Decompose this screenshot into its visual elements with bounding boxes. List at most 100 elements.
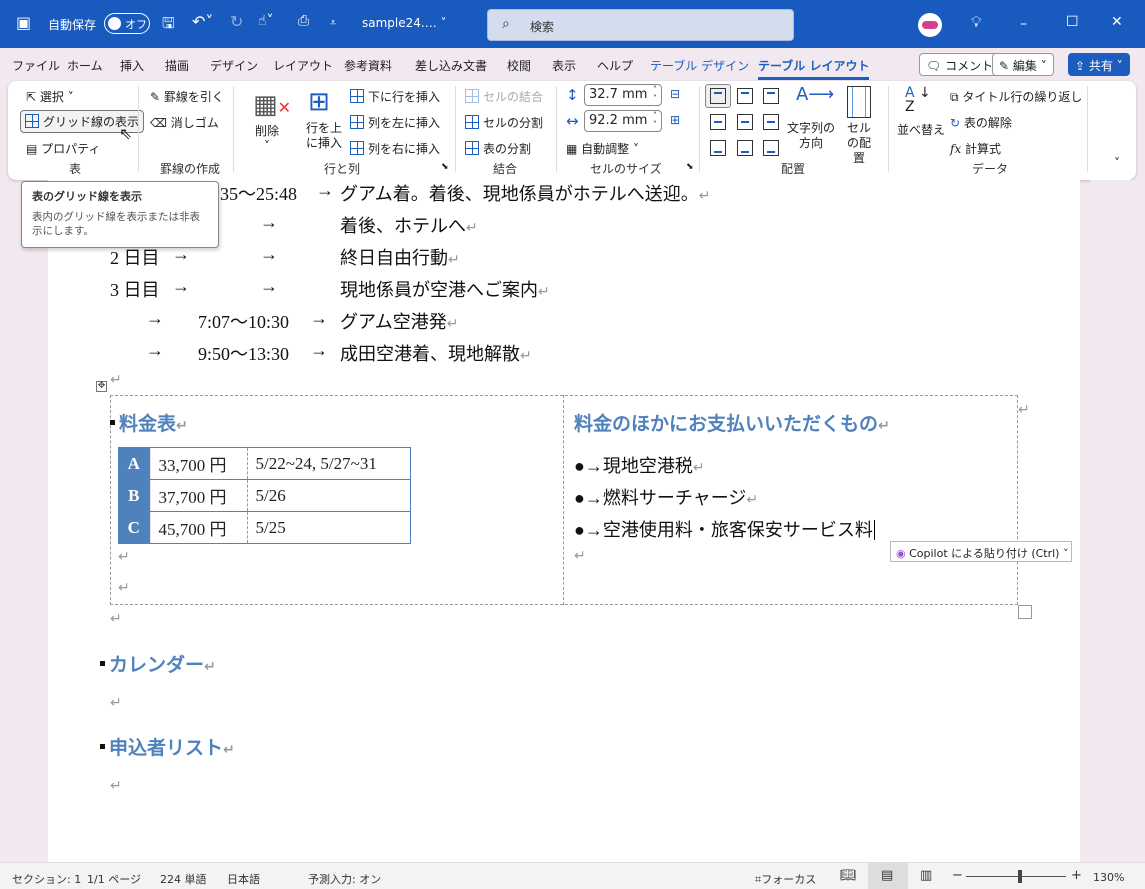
tab-view[interactable]: 表示 bbox=[552, 57, 576, 74]
lightbulb-icon[interactable]: 💡︎ bbox=[971, 13, 982, 31]
fee-dates[interactable]: 5/26 bbox=[247, 479, 411, 512]
web-layout-icon[interactable]: ▥ bbox=[920, 868, 932, 883]
align-middle-right-button[interactable] bbox=[763, 114, 779, 130]
align-middle-left-button[interactable] bbox=[710, 114, 726, 130]
merge-cells-button[interactable]: セルの結合 bbox=[465, 88, 543, 105]
sort-button[interactable]: 並べ替え bbox=[897, 121, 945, 138]
table-move-handle[interactable]: ✥ bbox=[96, 381, 107, 392]
table-resize-handle[interactable] bbox=[1018, 605, 1032, 619]
align-top-center-button[interactable] bbox=[737, 88, 753, 104]
formula-button[interactable]: fx 計算式 bbox=[950, 140, 1001, 157]
row-height-input[interactable]: 32.7 mm ˄ ˅ bbox=[584, 84, 662, 106]
section-indicator[interactable]: セクション: 1 bbox=[12, 871, 81, 887]
convert-label: 表の解除 bbox=[963, 116, 1012, 130]
distribute-rows-icon[interactable]: ⊟ bbox=[670, 87, 680, 101]
save-icon[interactable]: 🖫 bbox=[162, 13, 175, 38]
predictive-input-indicator[interactable]: 予測入力: オン bbox=[308, 871, 381, 887]
text-direction-icon: A⟶ bbox=[796, 84, 835, 105]
select-button[interactable]: ⇱ 選択 ˅ bbox=[26, 88, 74, 105]
redo-icon[interactable]: ↻ bbox=[230, 12, 243, 31]
align-middle-center-button[interactable] bbox=[737, 114, 753, 130]
tab-file[interactable]: ファイル bbox=[12, 57, 60, 74]
align-bottom-left-button[interactable] bbox=[710, 140, 726, 156]
fee-price[interactable]: 33,700 円 bbox=[150, 447, 248, 480]
dialog-launcher-icon[interactable]: ⬊ bbox=[686, 162, 694, 172]
search-icon: ⌕ bbox=[502, 16, 510, 32]
search-box[interactable]: ⌕ 検索 bbox=[487, 9, 794, 41]
tab-draw[interactable]: 描画 bbox=[165, 57, 189, 74]
distribute-columns-icon[interactable]: ⊞ bbox=[670, 113, 680, 127]
column-width-value: 92.2 mm bbox=[589, 113, 648, 128]
zoom-slider-thumb[interactable] bbox=[1017, 870, 1022, 883]
language-indicator[interactable]: 日本語 bbox=[227, 871, 260, 887]
divider bbox=[888, 86, 889, 172]
edit-mode-button[interactable]: ✎ 編集 ˅ bbox=[992, 53, 1054, 76]
collapse-ribbon-icon[interactable]: ˅ bbox=[1114, 156, 1120, 170]
convert-to-text-button[interactable]: ↻ 表の解除 bbox=[950, 114, 1012, 131]
customize-qat-icon[interactable]: ⩡ bbox=[330, 16, 336, 30]
zoom-out-button[interactable]: − bbox=[952, 868, 963, 883]
avatar[interactable] bbox=[918, 13, 942, 37]
tab-table-layout[interactable]: テーブル レイアウト bbox=[758, 57, 870, 80]
fee-key: A bbox=[118, 447, 151, 480]
tab-table-design[interactable]: テーブル デザイン bbox=[650, 57, 749, 74]
tab-design[interactable]: デザイン bbox=[210, 57, 258, 74]
sort-icon: A ↓ Z bbox=[905, 85, 931, 115]
draw-table-button[interactable]: ✎ 罫線を引く bbox=[150, 88, 224, 105]
paragraph-mark: ↵ bbox=[110, 779, 122, 794]
align-bottom-center-button[interactable] bbox=[737, 140, 753, 156]
delete-button[interactable]: 削除 ˅ bbox=[255, 122, 279, 153]
tab-home[interactable]: ホーム bbox=[67, 57, 103, 74]
fee-dates[interactable]: 5/25 bbox=[247, 511, 411, 544]
align-bottom-right-button[interactable] bbox=[763, 140, 779, 156]
insert-below-button[interactable]: 下に行を挿入 bbox=[350, 88, 440, 105]
insert-right-button[interactable]: 列を右に挿入 bbox=[350, 140, 440, 157]
read-mode-icon[interactable]: 📖︎ bbox=[840, 868, 857, 883]
itinerary-day: 3 日目 bbox=[110, 280, 160, 300]
repeat-header-button[interactable]: ⧉ タイトル行の繰り返し bbox=[950, 88, 1082, 105]
fee-dates[interactable]: 5/22~24, 5/27~31 bbox=[247, 447, 411, 480]
insert-left-button[interactable]: 列を左に挿入 bbox=[350, 114, 440, 131]
copilot-paste-button[interactable]: ◉ Copilot による貼り付け (Ctrl) ˅ bbox=[890, 541, 1072, 562]
align-top-left-button[interactable] bbox=[710, 88, 726, 104]
dialog-launcher-icon[interactable]: ⬊ bbox=[441, 162, 449, 172]
share-button[interactable]: ⇪ 共有 ˅ bbox=[1068, 53, 1130, 76]
tab-references[interactable]: 参考資料 bbox=[344, 57, 392, 74]
split-cells-button[interactable]: セルの分割 bbox=[465, 114, 543, 131]
tab-layout[interactable]: レイアウト bbox=[273, 57, 333, 74]
cell-margins-button[interactable]: セルの配置 bbox=[842, 121, 876, 166]
touch-mode-icon[interactable]: ☝˅ bbox=[258, 13, 274, 29]
minimize-button[interactable]: – bbox=[1020, 16, 1027, 32]
close-button[interactable]: ✕ bbox=[1111, 14, 1123, 30]
zoom-slider[interactable] bbox=[966, 876, 1066, 877]
undo-icon[interactable]: ↶˅ bbox=[192, 12, 213, 31]
align-top-right-button[interactable] bbox=[763, 88, 779, 104]
comment-button[interactable]: 🗨︎ コメント bbox=[919, 53, 1001, 76]
extra-charges-heading: 料金のほかにお支払いいただくもの↵ bbox=[574, 413, 890, 435]
tab-insert[interactable]: 挿入 bbox=[120, 57, 144, 74]
maximize-button[interactable]: ☐ bbox=[1066, 14, 1079, 30]
autosave-toggle[interactable]: オフ bbox=[104, 13, 150, 34]
insert-above-button[interactable]: 行を上に挿入 bbox=[304, 121, 344, 151]
filename-button[interactable]: sample24.… ˅ bbox=[362, 16, 447, 30]
page-indicator[interactable]: 1/1 ページ bbox=[87, 871, 141, 887]
zoom-in-button[interactable]: + bbox=[1071, 868, 1082, 883]
word-count[interactable]: 224 単語 bbox=[160, 871, 207, 887]
paragraph-mark: ↵ bbox=[574, 549, 586, 564]
print-preview-icon[interactable]: ⎙ bbox=[298, 13, 309, 29]
fee-price[interactable]: 37,700 円 bbox=[150, 479, 248, 512]
zoom-level[interactable]: 130% bbox=[1093, 871, 1124, 884]
text-direction-button[interactable]: 文字列の方向 bbox=[786, 121, 836, 151]
fee-price[interactable]: 45,700 円 bbox=[150, 511, 248, 544]
tab-review[interactable]: 校閲 bbox=[507, 57, 531, 74]
split-table-button[interactable]: 表の分割 bbox=[465, 140, 531, 157]
status-bar: セクション: 1 1/1 ページ 224 単語 日本語 予測入力: オン ⌗フォ… bbox=[0, 862, 1145, 889]
column-width-input[interactable]: 92.2 mm ˄ ˅ bbox=[584, 110, 662, 132]
print-layout-icon[interactable]: ▤ bbox=[881, 868, 893, 883]
autofit-button[interactable]: ▦ 自動調整 ˅ bbox=[566, 140, 639, 157]
eraser-button[interactable]: ⌫ 消しゴム bbox=[150, 114, 219, 131]
properties-button[interactable]: ▤ プロパティ bbox=[26, 140, 100, 157]
tab-help[interactable]: ヘルプ bbox=[597, 57, 633, 74]
focus-button[interactable]: ⌗フォーカス bbox=[755, 871, 816, 887]
tab-mailings[interactable]: 差し込み文書 bbox=[415, 57, 487, 74]
